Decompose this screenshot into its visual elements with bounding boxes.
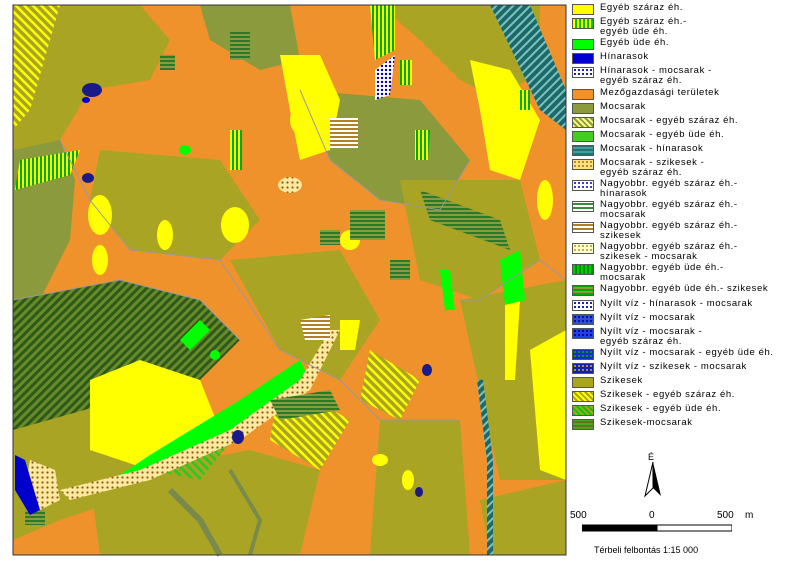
legend-item: Nyílt víz - mocsarak - egyéb üde éh. (570, 348, 798, 362)
legend-label: Nyílt víz - mocsarak (600, 312, 696, 323)
legend-item: Mocsarak (570, 102, 798, 116)
legend-label: Nagyobbr. egyéb száraz éh.- hínarasok (600, 178, 738, 199)
legend-swatch (572, 243, 594, 254)
legend-item: Egyéb száraz éh. (570, 3, 798, 17)
legend-swatch (572, 264, 594, 275)
legend-item: Szikesek - egyéb száraz éh. (570, 390, 798, 404)
legend-swatch (572, 117, 594, 128)
legend-swatch (572, 328, 594, 339)
legend-item: Mocsarak - egyéb üde éh. (570, 130, 798, 144)
legend-label: Mocsarak - egyéb száraz éh. (600, 115, 739, 126)
legend-label: Szikesek (600, 375, 643, 386)
legend-label: Mocsarak - szikesek - egyéb száraz éh. (600, 157, 705, 178)
legend-swatch (572, 391, 594, 402)
legend-label: Nagyobbr. egyéb száraz éh.- szikesek - m… (600, 241, 738, 262)
legend-label: Mocsarak - hínarasok (600, 143, 704, 154)
scale-mid-label: 0 (649, 510, 655, 521)
legend-swatch (572, 159, 594, 170)
legend-label: Mezőgazdasági területek (600, 87, 720, 98)
legend-label: Nyílt víz - szikesek - mocsarak (600, 361, 747, 372)
legend-swatch (572, 285, 594, 296)
legend-item: Szikesek - egyéb üde éh. (570, 404, 798, 418)
legend-item: Nagyobbr. egyéb száraz éh.- szikesek - m… (570, 242, 798, 261)
scale-left-label: 500 (570, 510, 587, 521)
scale-unit-label: m (745, 510, 754, 521)
legend-label: Hínarasok - mocsarak - egyéb száraz éh. (600, 65, 712, 86)
legend-label: Szikesek-mocsarak (600, 417, 693, 428)
legend-item: Egyéb száraz éh.- egyéb üde éh. (570, 17, 798, 36)
legend-swatch (572, 39, 594, 50)
legend-swatch (572, 363, 594, 374)
legend-swatch (572, 131, 594, 142)
legend-swatch (572, 222, 594, 233)
legend-swatch (572, 89, 594, 100)
legend-label: Nyílt víz - hínarasok - mocsarak (600, 298, 753, 309)
legend-item: Szikesek (570, 376, 798, 390)
north-label: É (648, 452, 655, 462)
legend-swatch (572, 4, 594, 15)
legend-item: Mocsarak - hínarasok (570, 144, 798, 158)
legend-item: Nyílt víz - mocsarak - egyéb száraz éh. (570, 327, 798, 346)
legend-item: Mocsarak - szikesek - egyéb száraz éh. (570, 158, 798, 177)
legend-label: Szikesek - egyéb száraz éh. (600, 389, 736, 400)
legend-item: Nyílt víz - mocsarak (570, 313, 798, 327)
legend-label: Nagyobbr. egyéb üde éh.- szikesek (600, 283, 769, 294)
legend-label: Szikesek - egyéb üde éh. (600, 403, 722, 414)
legend-swatch (572, 300, 594, 311)
legend-swatch (572, 405, 594, 416)
legend-label: Nagyobbr. egyéb száraz éh.- mocsarak (600, 199, 738, 220)
legend-item: Nagyobbr. egyéb száraz éh.- hínarasok (570, 179, 798, 198)
legend-item: Hínarasok - mocsarak - egyéb száraz éh. (570, 66, 798, 85)
legend-swatch (572, 419, 594, 430)
habitat-map (12, 4, 567, 557)
legend-swatch (572, 180, 594, 191)
legend-swatch (572, 103, 594, 114)
legend-item: Mezőgazdasági területek (570, 88, 798, 102)
legend-item: Mocsarak - egyéb száraz éh. (570, 116, 798, 130)
legend-label: Egyéb száraz éh.- egyéb üde éh. (600, 16, 687, 37)
legend-swatch (572, 314, 594, 325)
legend-item: Nagyobbr. egyéb üde éh.- mocsarak (570, 263, 798, 282)
legend-label: Nyílt víz - mocsarak - egyéb üde éh. (600, 347, 774, 358)
legend-item: Egyéb üde éh. (570, 38, 798, 52)
legend-swatch (572, 201, 594, 212)
legend-item: Szikesek-mocsarak (570, 418, 798, 432)
legend-swatch (572, 18, 594, 29)
legend-item: Nagyobbr. egyéb száraz éh.- mocsarak (570, 200, 798, 219)
legend-swatch (572, 349, 594, 360)
legend-label: Egyéb üde éh. (600, 37, 670, 48)
legend-label: Nyílt víz - mocsarak - egyéb száraz éh. (600, 326, 703, 347)
legend-swatch (572, 67, 594, 78)
legend-label: Nagyobbr. egyéb száraz éh.- szikesek (600, 220, 738, 241)
legend-swatch (572, 145, 594, 156)
legend-swatch (572, 53, 594, 64)
legend-label: Egyéb száraz éh. (600, 2, 684, 13)
scale-bar-graphic (582, 524, 732, 532)
legend-item: Nyílt víz - hínarasok - mocsarak (570, 299, 798, 313)
spatial-resolution: Térbeli felbontás 1:15 000 (594, 545, 699, 555)
legend-item: Nagyobbr. egyéb száraz éh.- szikesek (570, 221, 798, 240)
legend-swatch (572, 377, 594, 388)
legend-item: Hínarasok (570, 52, 798, 66)
legend-label: Nagyobbr. egyéb üde éh.- mocsarak (600, 262, 724, 283)
legend-label: Hínarasok (600, 51, 649, 62)
legend-item: Nagyobbr. egyéb üde éh.- szikesek (570, 284, 798, 298)
scale-right-label: 500 (717, 510, 734, 521)
legend-item: Nyílt víz - szikesek - mocsarak (570, 362, 798, 376)
legend-label: Mocsarak - egyéb üde éh. (600, 129, 725, 140)
legend-label: Mocsarak (600, 101, 646, 112)
